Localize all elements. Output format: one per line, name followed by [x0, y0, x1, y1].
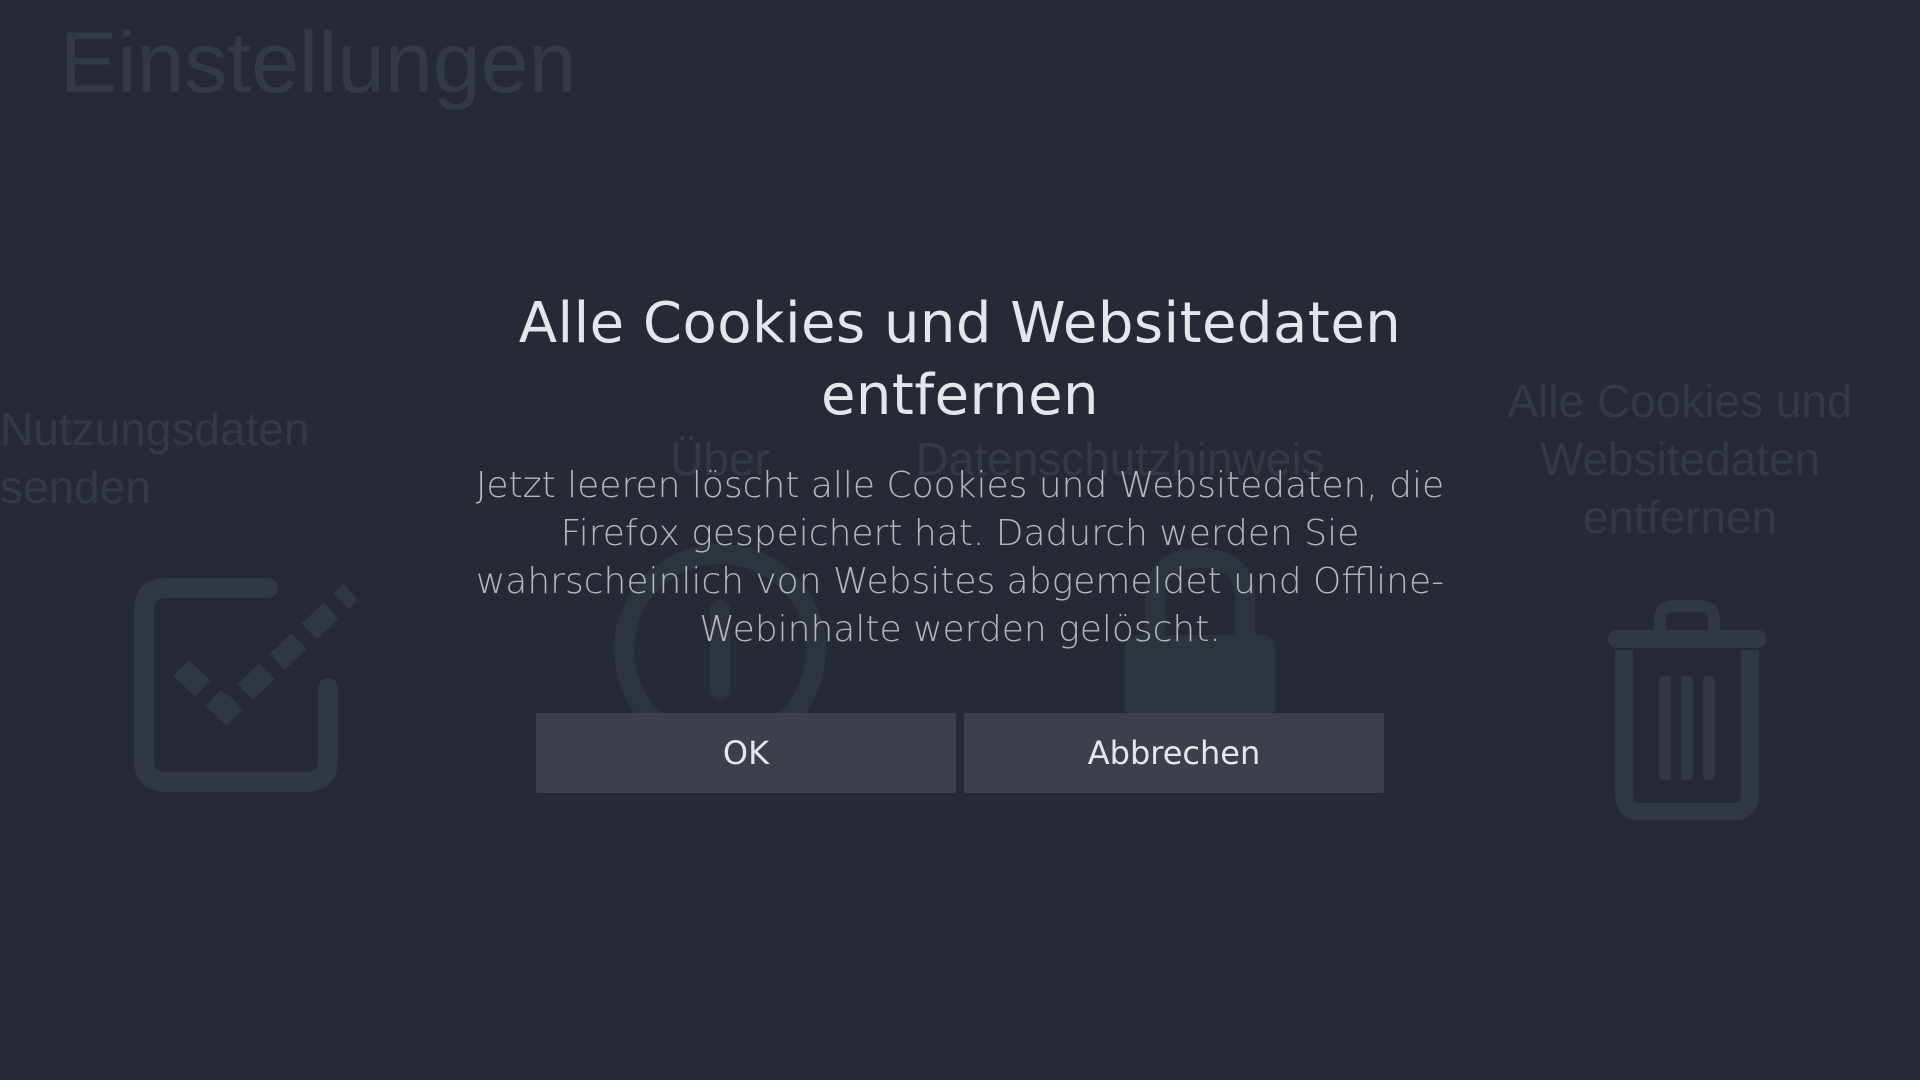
dialog-message: Jetzt leeren löscht alle Cookies und Web… — [475, 465, 1445, 650]
dialog-title: Alle Cookies und Websitedaten entfernen — [518, 291, 1402, 428]
settings-screen: Einstellungen Nutzungsdaten senden Über — [0, 0, 1920, 1080]
ok-button[interactable]: OK — [536, 713, 956, 793]
cancel-button[interactable]: Abbrechen — [964, 713, 1384, 793]
clear-data-dialog: Alle Cookies und Websitedaten entfernen … — [0, 0, 1920, 1080]
